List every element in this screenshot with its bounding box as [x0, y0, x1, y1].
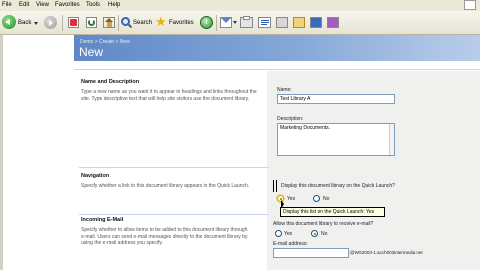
browser-window: File Edit View Favorites Tools Help Back	[0, 0, 480, 270]
menu-view[interactable]: View	[36, 2, 49, 9]
back-arrow-icon	[2, 15, 16, 29]
forward-button[interactable]	[44, 16, 57, 29]
description-label: Description:	[277, 116, 304, 122]
name-description-heading: Name and Description	[81, 79, 140, 85]
favorites-button[interactable]: ★ Favorites	[155, 14, 197, 32]
menu-edit[interactable]: Edit	[19, 2, 29, 9]
home-button[interactable]	[103, 17, 115, 28]
menu-help[interactable]: Help	[108, 2, 120, 9]
search-button[interactable]: Search	[121, 14, 153, 32]
name-label: Name:	[277, 87, 292, 93]
edit-button[interactable]	[258, 17, 271, 28]
description-textarea[interactable]: Marketing Documents.	[277, 123, 395, 156]
navigation-question: Display this document library on the Qui…	[281, 183, 395, 189]
mail-button[interactable]	[220, 17, 232, 28]
incoming-email-heading: Incoming E-Mail	[81, 217, 124, 223]
toolbar-separator	[118, 15, 119, 31]
navigation-text: Specify whether a link to this document …	[81, 183, 250, 189]
text-cursor-icon	[273, 180, 277, 192]
folder-button[interactable]	[293, 17, 305, 28]
page-content: Demo > Create > New New Name and Descrip…	[0, 35, 480, 270]
toolbar-separator	[216, 15, 217, 31]
name-input[interactable]: Test Library A	[277, 94, 395, 104]
section-rule	[79, 214, 269, 215]
email-domain-text: @WS2003-1.acch003intermedia.net	[350, 250, 423, 255]
name-description-text: Type a new name as you want it to appear…	[81, 89, 257, 102]
refresh-button[interactable]	[86, 17, 97, 28]
textarea-scrollbar[interactable]	[389, 124, 394, 155]
incoming-email-question: Allow this document library to receive e…	[273, 221, 374, 227]
section-divider	[74, 69, 480, 70]
tooltip-text: Display this list on the Quick Launch: Y…	[283, 209, 375, 215]
email-address-label: E-mail address:	[273, 241, 308, 247]
back-label: Back	[18, 20, 32, 26]
print-button[interactable]	[240, 16, 253, 28]
search-label: Search	[133, 20, 153, 26]
menu-tools[interactable]: Tools	[86, 2, 100, 9]
navigation-heading: Navigation	[81, 173, 110, 179]
page-left-border	[0, 35, 3, 270]
page-title: New	[79, 45, 104, 59]
email-no-radio[interactable]	[311, 230, 318, 237]
toolbar: Back Search ★ Favorites	[0, 11, 480, 35]
research-button[interactable]	[327, 17, 339, 28]
back-dropdown-icon[interactable]	[34, 22, 38, 25]
messenger-button[interactable]	[310, 17, 322, 28]
stop-button[interactable]	[68, 17, 79, 28]
incoming-email-text: Specify whether to allow items to be add…	[81, 227, 248, 246]
history-button[interactable]	[200, 16, 213, 29]
back-button[interactable]: Back	[2, 14, 42, 32]
menu-file[interactable]: File	[2, 2, 12, 9]
email-no-label: No	[321, 231, 328, 237]
discuss-button[interactable]	[276, 17, 288, 28]
name-input-value: Test Library A	[280, 96, 311, 102]
favorites-label: Favorites	[169, 20, 194, 26]
section-rule	[79, 167, 269, 168]
title-area: Demo > Create > New New	[74, 35, 480, 61]
toolbar-separator	[62, 15, 63, 31]
star-icon: ★	[155, 14, 167, 29]
email-address-input[interactable]	[273, 248, 349, 258]
email-yes-label: Yes	[284, 231, 293, 237]
quick-launch-no-label: No	[323, 196, 330, 202]
mail-dropdown-icon[interactable]	[233, 21, 237, 24]
email-yes-radio[interactable]	[275, 230, 282, 237]
windows-logo-icon	[464, 0, 476, 10]
menu-bar: File Edit View Favorites Tools Help	[0, 0, 480, 11]
quick-launch-tooltip: Display this list on the Quick Launch: Y…	[280, 207, 385, 217]
description-textarea-value: Marketing Documents.	[280, 125, 331, 131]
menu-favorites[interactable]: Favorites	[55, 2, 80, 9]
radio-selected-dot	[313, 232, 316, 235]
quick-launch-yes-label: Yes	[287, 196, 296, 202]
quick-launch-no-radio[interactable]	[313, 195, 320, 202]
